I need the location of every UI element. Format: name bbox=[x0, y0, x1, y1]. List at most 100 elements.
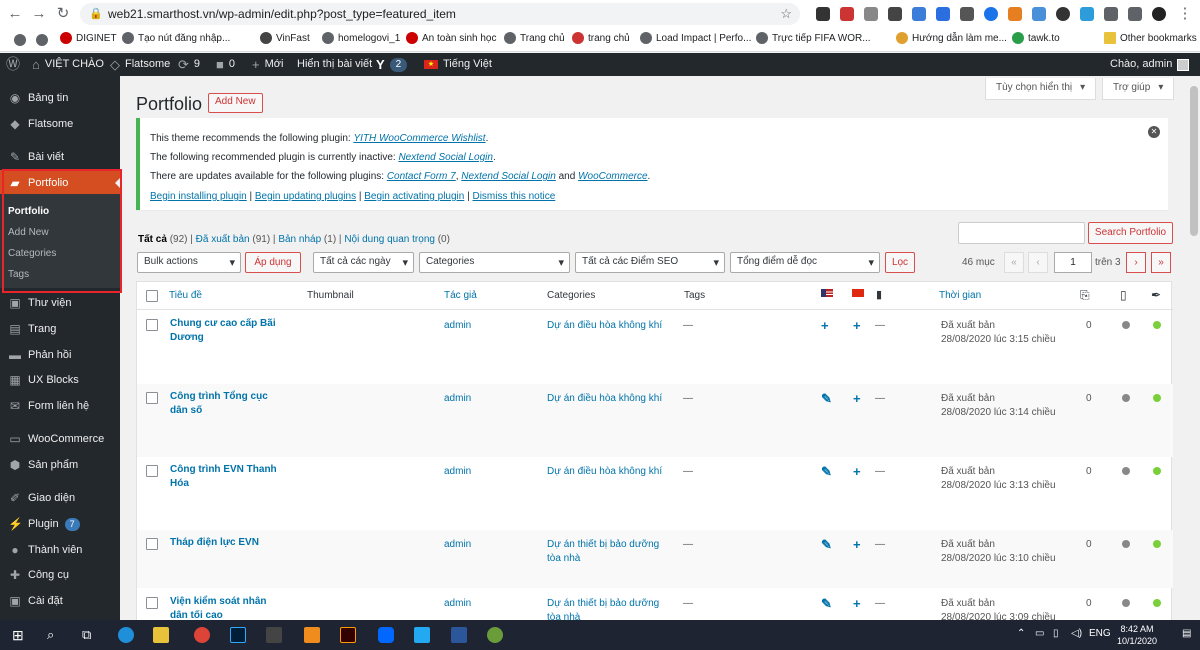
sidebar-item-settings[interactable]: ▣ Cài đặt bbox=[0, 588, 120, 614]
app-icon[interactable] bbox=[304, 627, 320, 643]
extension-icon[interactable] bbox=[1056, 7, 1070, 21]
sidebar-item-users[interactable]: ● Thành viên bbox=[0, 537, 120, 563]
notice-link[interactable]: YITH WooCommerce Wishlist bbox=[353, 133, 485, 144]
bookmark-item[interactable]: Tạo nút đăng nhập... bbox=[122, 32, 230, 44]
sidebar-item-posts[interactable]: ✎ Bài viết bbox=[0, 144, 120, 170]
sidebar-item-portfolio[interactable]: ▰ Portfolio bbox=[0, 170, 120, 196]
row-checkbox[interactable] bbox=[146, 597, 158, 609]
account-menu[interactable]: Chào, admin bbox=[1110, 53, 1190, 76]
close-icon[interactable]: ✕ bbox=[1148, 126, 1160, 138]
row-checkbox[interactable] bbox=[146, 319, 158, 331]
other-bookmarks[interactable]: Other bookmarks bbox=[1104, 32, 1197, 44]
prev-page-button[interactable]: ‹ bbox=[1028, 252, 1048, 273]
photoshop-icon[interactable] bbox=[230, 627, 246, 643]
tray-chevron-icon[interactable]: ⌃ bbox=[1017, 628, 1025, 639]
help-button[interactable]: Trợ giúp ▾ bbox=[1102, 78, 1175, 100]
puzzle-icon[interactable] bbox=[1128, 7, 1142, 21]
screen-options-button[interactable]: Tùy chọn hiển thị ▾ bbox=[985, 78, 1097, 100]
chrome-icon[interactable] bbox=[194, 627, 210, 643]
sidebar-item-pages[interactable]: ▤ Trang bbox=[0, 316, 120, 342]
column-title[interactable]: Tiêu đề bbox=[169, 290, 202, 301]
submenu-portfolio[interactable]: Portfolio bbox=[8, 206, 49, 217]
submenu-tags[interactable]: Tags bbox=[8, 269, 29, 280]
system-clock[interactable]: 8:42 AM 10/1/2020 bbox=[1117, 623, 1157, 647]
notice-link[interactable]: Nextend Social Login bbox=[461, 171, 556, 182]
row-checkbox[interactable] bbox=[146, 465, 158, 477]
bookmark-item[interactable]: trang chủ bbox=[572, 32, 630, 44]
bookmark-item[interactable]: Load Impact | Perfo... bbox=[640, 32, 751, 44]
view-published[interactable]: Đã xuất bản bbox=[196, 234, 250, 245]
row-checkbox[interactable] bbox=[146, 538, 158, 550]
post-title-link[interactable]: Viện kiểm soát nhân dân tối cao bbox=[170, 595, 285, 620]
post-title-link[interactable]: Công trình EVN Thanh Hóa bbox=[170, 463, 285, 491]
search-input[interactable] bbox=[958, 222, 1085, 244]
category-link[interactable]: Dự án thiết bị bảo dưỡng tòa nhà bbox=[547, 597, 667, 620]
updates-link[interactable]: ⟳ 9 bbox=[178, 53, 200, 76]
bookmark-item[interactable]: DIGINET bbox=[60, 32, 117, 44]
view-cornerstone[interactable]: Nội dung quan trọng bbox=[344, 234, 435, 245]
edit-translation-icon[interactable]: ✎ bbox=[821, 538, 832, 552]
last-page-button[interactable]: » bbox=[1151, 252, 1171, 273]
category-link[interactable]: Dự án điều hòa không khí bbox=[547, 319, 667, 333]
search-icon[interactable]: ⌕ bbox=[47, 627, 63, 643]
select-all-checkbox[interactable] bbox=[146, 290, 158, 302]
extension-icon[interactable] bbox=[1104, 7, 1118, 21]
add-new-button[interactable]: Add New bbox=[208, 93, 263, 113]
bookmark-item[interactable]: Hướng dẫn làm me... bbox=[896, 32, 1007, 44]
bookmark-item[interactable]: An toàn sinh học bbox=[406, 32, 497, 44]
author-link[interactable]: admin bbox=[444, 465, 471, 479]
bookmark-icon[interactable] bbox=[36, 34, 48, 46]
network-icon[interactable]: ▯ bbox=[1053, 628, 1059, 639]
edit-translation-icon[interactable]: ✎ bbox=[821, 392, 832, 406]
row-checkbox[interactable] bbox=[146, 392, 158, 404]
sidebar-item-comments[interactable]: ▬ Phản hồi bbox=[0, 342, 120, 368]
filter-button[interactable]: Lọc bbox=[885, 252, 915, 273]
bookmark-item[interactable]: tawk.to bbox=[1012, 32, 1060, 44]
back-icon[interactable]: ← bbox=[6, 5, 24, 23]
begin-installing-link[interactable]: Begin installing plugin bbox=[150, 191, 247, 202]
extension-icon[interactable] bbox=[1008, 7, 1022, 21]
scrollbar-thumb[interactable] bbox=[1190, 86, 1198, 236]
extension-icon[interactable] bbox=[840, 7, 854, 21]
extension-icon[interactable] bbox=[1032, 7, 1046, 21]
bookmark-item[interactable]: Trang chủ bbox=[504, 32, 565, 44]
extension-icon[interactable] bbox=[936, 7, 950, 21]
submenu-categories[interactable]: Categories bbox=[8, 248, 56, 259]
sidebar-item-woocommerce[interactable]: ▭ WooCommerce bbox=[0, 426, 120, 452]
file-explorer-icon[interactable] bbox=[153, 627, 169, 643]
extension-icon[interactable] bbox=[816, 7, 830, 21]
sidebar-item-media[interactable]: ▣ Thư viện bbox=[0, 290, 120, 316]
view-draft[interactable]: Bản nháp bbox=[278, 234, 321, 245]
post-title-link[interactable]: Công trình Tổng cục dân số bbox=[170, 390, 285, 418]
illustrator-icon[interactable] bbox=[340, 627, 356, 643]
extension-icon[interactable] bbox=[960, 7, 974, 21]
dismiss-notice-link[interactable]: Dismiss this notice bbox=[472, 191, 555, 202]
extension-icon[interactable] bbox=[864, 7, 878, 21]
apply-button[interactable]: Áp dụng bbox=[245, 252, 301, 273]
task-view-icon[interactable]: ⧉ bbox=[82, 627, 98, 643]
profile-icon[interactable] bbox=[1152, 7, 1166, 21]
notice-link[interactable]: Nextend Social Login bbox=[398, 152, 493, 163]
add-translation-icon[interactable]: + bbox=[853, 392, 861, 406]
sidebar-item-flatsome[interactable]: ◆ Flatsome bbox=[0, 111, 120, 137]
yoast-link[interactable]: Y2 bbox=[376, 53, 408, 76]
apps-icon[interactable] bbox=[14, 34, 26, 46]
begin-updating-link[interactable]: Begin updating plugins bbox=[255, 191, 356, 202]
author-link[interactable]: admin bbox=[444, 597, 471, 611]
vscode-icon[interactable] bbox=[414, 627, 430, 643]
tray-icon[interactable]: ▭ bbox=[1035, 628, 1044, 639]
bookmark-star-icon[interactable]: ☆ bbox=[780, 6, 792, 22]
edit-translation-icon[interactable]: ✎ bbox=[821, 597, 832, 611]
view-post-link[interactable]: Hiển thị bài viết bbox=[297, 53, 372, 76]
seo-filter-select[interactable]: Tất cả các Điểm SEO bbox=[575, 252, 725, 273]
current-page-input[interactable]: 1 bbox=[1054, 252, 1092, 273]
bulk-actions-select[interactable]: Bulk actions bbox=[137, 252, 241, 273]
extension-icon[interactable] bbox=[912, 7, 926, 21]
notice-link[interactable]: Contact Form 7 bbox=[387, 171, 456, 182]
search-button[interactable]: Search Portfolio bbox=[1088, 222, 1173, 244]
submenu-add-new[interactable]: Add New bbox=[8, 227, 49, 238]
zalo-icon[interactable] bbox=[378, 627, 394, 643]
readability-filter-select[interactable]: Tổng điểm dễ đọc bbox=[730, 252, 880, 273]
author-link[interactable]: admin bbox=[444, 319, 471, 333]
new-content-link[interactable]: + Mới bbox=[252, 53, 283, 76]
